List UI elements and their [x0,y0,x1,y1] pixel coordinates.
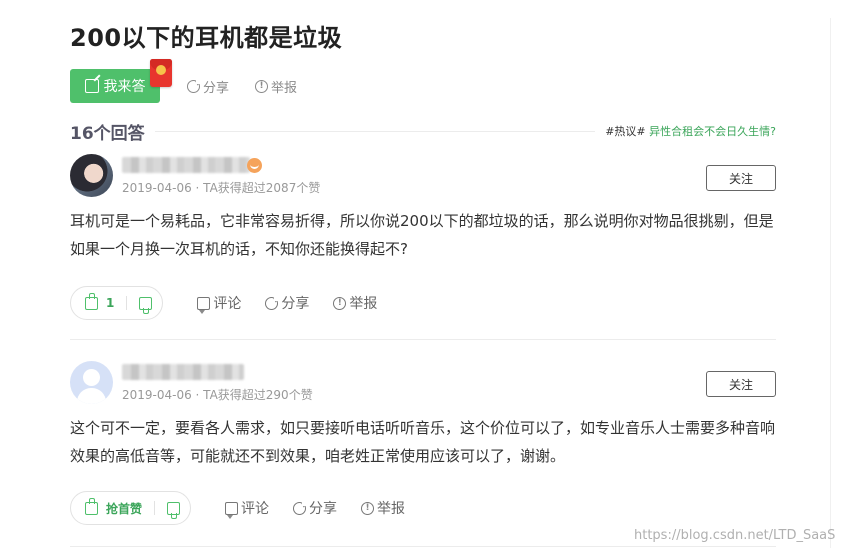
edit-icon [84,79,99,93]
comment-label: 评论 [213,296,242,312]
thumbs-up-icon[interactable] [85,497,98,515]
question-title: 200以下的耳机都是垃圾 [70,24,343,52]
comment-button[interactable]: 评论 [197,293,242,314]
share-button[interactable]: 分享 [265,293,309,313]
hot-topic: #热议# 异性合租会不会日久生情? [605,123,776,139]
thumbs-down-icon[interactable] [139,296,153,314]
answer-text: 耳机可是一个易耗品，它非常容易折得，所以你说200以下的都垃圾的话，那么说明你对… [70,212,774,258]
answer-actions: 抢首赞 评论 分享 ! 举报 [70,491,405,525]
watermark: https://blog.csdn.net/LTD_SaaS [634,528,836,543]
share-icon [265,295,280,310]
share-button[interactable]: 分享 [187,77,229,96]
answer-divider [70,339,776,340]
share-label: 分享 [203,80,230,96]
comment-icon [225,501,239,519]
avatar[interactable] [70,361,113,404]
answer-item: 2019-04-06 · TA获得超过290个赞 关注 这个可不一定，要看各人需… [70,361,776,531]
report-label: 举报 [271,80,298,96]
report-label: 举报 [349,296,378,312]
report-button[interactable]: ! 举报 [361,498,405,518]
right-column-divider [830,18,831,548]
answer-item: 2019-04-06 · TA获得超过2087个赞 关注 耳机可是一个易耗品，它… [70,154,776,324]
username-blurred[interactable] [122,157,250,173]
report-button[interactable]: ! 举报 [255,77,297,96]
comment-button[interactable]: 评论 [225,498,270,519]
answer-button-label: 我来答 [103,79,146,95]
answers-count: 16个回答 [70,123,145,144]
thumbs-up-icon[interactable] [85,292,98,310]
share-label: 分享 [281,296,310,312]
hot-topic-link[interactable]: 异性合租会不会日久生情? [649,125,776,138]
username-blurred[interactable] [122,364,244,380]
user-badge-icon [247,158,262,173]
vote-count: 抢首赞 [106,501,143,516]
question-actions: 我来答 分享 ! 举报 [70,59,297,103]
comment-label: 评论 [241,501,270,517]
report-label: 举报 [377,501,406,517]
comment-icon [197,296,211,314]
answers-header: 16个回答 #热议# 异性合租会不会日久生情? [70,119,776,144]
report-icon: ! [255,79,269,93]
report-icon: ! [333,296,347,310]
answer-text: 这个可不一定，要看各人需求，如只要接听电话听听音乐，这个价位可以了，如专业音乐人… [70,419,776,465]
thumbs-down-icon[interactable] [167,501,181,519]
answer-meta: 2019-04-06 · TA获得超过2087个赞 [122,181,321,195]
avatar[interactable] [70,154,113,197]
answer-divider [70,546,776,547]
share-icon [187,78,201,93]
report-button[interactable]: ! 举报 [333,293,377,313]
follow-button[interactable]: 关注 [706,371,776,397]
report-icon: ! [361,501,375,515]
share-button[interactable]: 分享 [293,498,337,518]
share-icon [293,500,308,515]
vote-box: 抢首赞 [70,491,192,525]
answer-meta: 2019-04-06 · TA获得超过290个赞 [122,388,313,402]
answer-button[interactable]: 我来答 [70,59,172,103]
hot-tag: #热议# [605,125,646,138]
share-label: 分享 [309,501,338,517]
follow-button[interactable]: 关注 [706,165,776,191]
red-packet-icon [150,59,172,87]
header-divider [154,130,596,132]
vote-box: 1 [70,286,164,320]
vote-count: 1 [106,296,115,310]
answer-actions: 1 评论 分享 ! 举报 [70,286,377,320]
